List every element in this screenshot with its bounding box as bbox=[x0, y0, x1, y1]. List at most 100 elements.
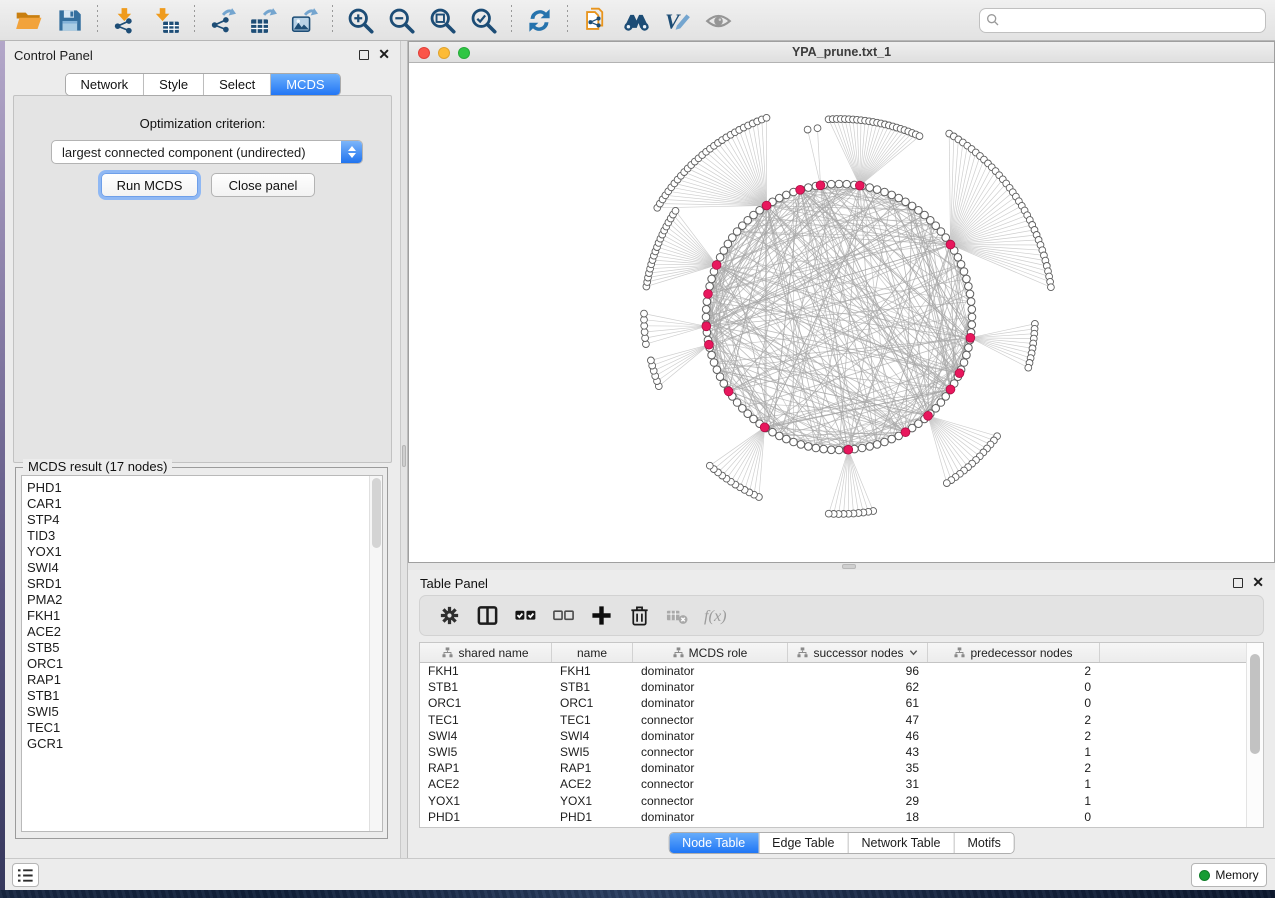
select-all-button[interactable] bbox=[506, 600, 544, 632]
network-graph bbox=[409, 63, 1274, 562]
minimize-window-icon[interactable] bbox=[438, 47, 450, 59]
cell: TEC1 bbox=[552, 713, 633, 727]
svg-text:f(x): f(x) bbox=[704, 606, 727, 625]
tab-node-table[interactable]: Node Table bbox=[669, 833, 758, 853]
mcds-result-item[interactable]: SWI4 bbox=[27, 560, 382, 576]
column-settings-button[interactable] bbox=[430, 600, 468, 632]
zoom-fit-button[interactable] bbox=[422, 3, 463, 37]
cell: connector bbox=[633, 713, 788, 727]
cell: 29 bbox=[788, 794, 928, 808]
fx-icon: f(x) bbox=[704, 604, 727, 627]
refresh-button[interactable] bbox=[519, 3, 560, 37]
export-table-button[interactable] bbox=[243, 3, 284, 37]
table-row[interactable]: RAP1RAP1dominator352 bbox=[420, 760, 1246, 776]
export-network-button[interactable] bbox=[202, 3, 243, 37]
table-row[interactable]: PHD1PHD1dominator180 bbox=[420, 809, 1246, 825]
table-row[interactable]: FKH1FKH1dominator962 bbox=[420, 663, 1246, 679]
table-scrollbar[interactable] bbox=[1246, 643, 1263, 827]
search-input[interactable] bbox=[979, 8, 1266, 33]
import-table-button[interactable] bbox=[146, 3, 187, 37]
cell: 1 bbox=[928, 745, 1100, 759]
save-session-button[interactable] bbox=[49, 3, 90, 37]
add-column-button[interactable] bbox=[582, 600, 620, 632]
tab-motifs[interactable]: Motifs bbox=[953, 833, 1013, 853]
network-canvas[interactable] bbox=[409, 63, 1274, 562]
mcds-result-item[interactable]: STB1 bbox=[27, 688, 382, 704]
tab-edge-table[interactable]: Edge Table bbox=[758, 833, 847, 853]
cell: 46 bbox=[788, 729, 928, 743]
column-header-name[interactable]: name bbox=[552, 643, 633, 662]
delete-column-button[interactable] bbox=[620, 600, 658, 632]
cell: connector bbox=[633, 745, 788, 759]
table-row[interactable]: SWI5SWI5connector431 bbox=[420, 744, 1246, 760]
zoom-out-button[interactable] bbox=[381, 3, 422, 37]
cell: 2 bbox=[928, 761, 1100, 775]
cell: STB1 bbox=[552, 680, 633, 694]
zoom-in-icon bbox=[347, 7, 374, 34]
show-hide-button[interactable] bbox=[698, 3, 739, 37]
mcds-result-item[interactable]: CAR1 bbox=[27, 496, 382, 512]
tab-mcds[interactable]: MCDS bbox=[270, 74, 339, 95]
mcds-result-item[interactable]: SRD1 bbox=[27, 576, 382, 592]
table-row[interactable]: STB1STB1dominator620 bbox=[420, 679, 1246, 695]
show-columns-button[interactable] bbox=[468, 600, 506, 632]
table-row[interactable]: YOX1YOX1connector291 bbox=[420, 793, 1246, 809]
deselect-all-button[interactable] bbox=[544, 600, 582, 632]
table-tabs: Node TableEdge TableNetwork TableMotifs bbox=[668, 832, 1015, 854]
mcds-result-item[interactable]: PMA2 bbox=[27, 592, 382, 608]
close-panel-button[interactable]: Close panel bbox=[211, 173, 315, 197]
cell: 43 bbox=[788, 745, 928, 759]
export-image-button[interactable] bbox=[284, 3, 325, 37]
result-scrollbar[interactable] bbox=[369, 476, 382, 831]
mcds-result-item[interactable]: GCR1 bbox=[27, 736, 382, 752]
mcds-result-item[interactable]: TEC1 bbox=[27, 720, 382, 736]
table-row[interactable]: SWI4SWI4dominator462 bbox=[420, 728, 1246, 744]
mcds-result-item[interactable]: ORC1 bbox=[27, 656, 382, 672]
mcds-result-list[interactable]: PHD1CAR1STP4TID3YOX1SWI4SRD1PMA2FKH1ACE2… bbox=[21, 475, 383, 832]
zoom-in-button[interactable] bbox=[340, 3, 381, 37]
mcds-result-item[interactable]: ACE2 bbox=[27, 624, 382, 640]
close-panel-icon[interactable]: ✕ bbox=[378, 49, 390, 59]
desktop-wallpaper-strip bbox=[0, 890, 1275, 898]
cell: 0 bbox=[928, 696, 1100, 710]
mcds-result-item[interactable]: YOX1 bbox=[27, 544, 382, 560]
mcds-result-item[interactable]: FKH1 bbox=[27, 608, 382, 624]
cell: 2 bbox=[928, 729, 1100, 743]
plus-icon bbox=[590, 604, 613, 627]
tab-style[interactable]: Style bbox=[143, 74, 203, 95]
table-row[interactable]: ORC1ORC1dominator610 bbox=[420, 695, 1246, 711]
tab-network-table[interactable]: Network Table bbox=[848, 833, 954, 853]
vizmapper-button[interactable]: V bbox=[657, 3, 698, 37]
maximize-window-icon[interactable] bbox=[458, 47, 470, 59]
column-header-successor-nodes[interactable]: successor nodes bbox=[788, 643, 928, 662]
mcds-result-item[interactable]: SWI5 bbox=[27, 704, 382, 720]
mcds-result-item[interactable]: PHD1 bbox=[27, 480, 382, 496]
column-header-predecessor-nodes[interactable]: predecessor nodes bbox=[928, 643, 1100, 662]
zoom-selected-button[interactable] bbox=[463, 3, 504, 37]
import-network-button[interactable] bbox=[105, 3, 146, 37]
vizmapper-icon: V bbox=[664, 7, 691, 34]
float-table-panel-icon[interactable] bbox=[1233, 578, 1243, 588]
tab-select[interactable]: Select bbox=[203, 74, 270, 95]
optimization-criterion-select[interactable]: largest connected component (undirected) bbox=[51, 140, 363, 164]
panel-menu-button[interactable] bbox=[12, 863, 39, 887]
close-table-panel-icon[interactable]: ✕ bbox=[1252, 577, 1264, 587]
mcds-result-item[interactable]: RAP1 bbox=[27, 672, 382, 688]
mcds-result-item[interactable]: TID3 bbox=[27, 528, 382, 544]
tab-network[interactable]: Network bbox=[65, 74, 143, 95]
horizontal-splitter[interactable] bbox=[408, 563, 1275, 570]
close-window-icon[interactable] bbox=[418, 47, 430, 59]
open-file-button[interactable] bbox=[8, 3, 49, 37]
column-header-shared-name[interactable]: shared name bbox=[420, 643, 552, 662]
table-row[interactable]: TEC1TEC1connector472 bbox=[420, 712, 1246, 728]
column-header-MCDS-role[interactable]: MCDS role bbox=[633, 643, 788, 662]
mcds-result-item[interactable]: STP4 bbox=[27, 512, 382, 528]
share-document-button[interactable] bbox=[575, 3, 616, 37]
vertical-splitter[interactable] bbox=[400, 41, 408, 858]
table-row[interactable]: ACE2ACE2connector311 bbox=[420, 776, 1246, 792]
run-mcds-button[interactable]: Run MCDS bbox=[101, 173, 198, 197]
mcds-result-item[interactable]: STB5 bbox=[27, 640, 382, 656]
memory-button[interactable]: Memory bbox=[1191, 863, 1267, 887]
float-panel-icon[interactable] bbox=[359, 50, 369, 60]
network-search-button[interactable] bbox=[616, 3, 657, 37]
